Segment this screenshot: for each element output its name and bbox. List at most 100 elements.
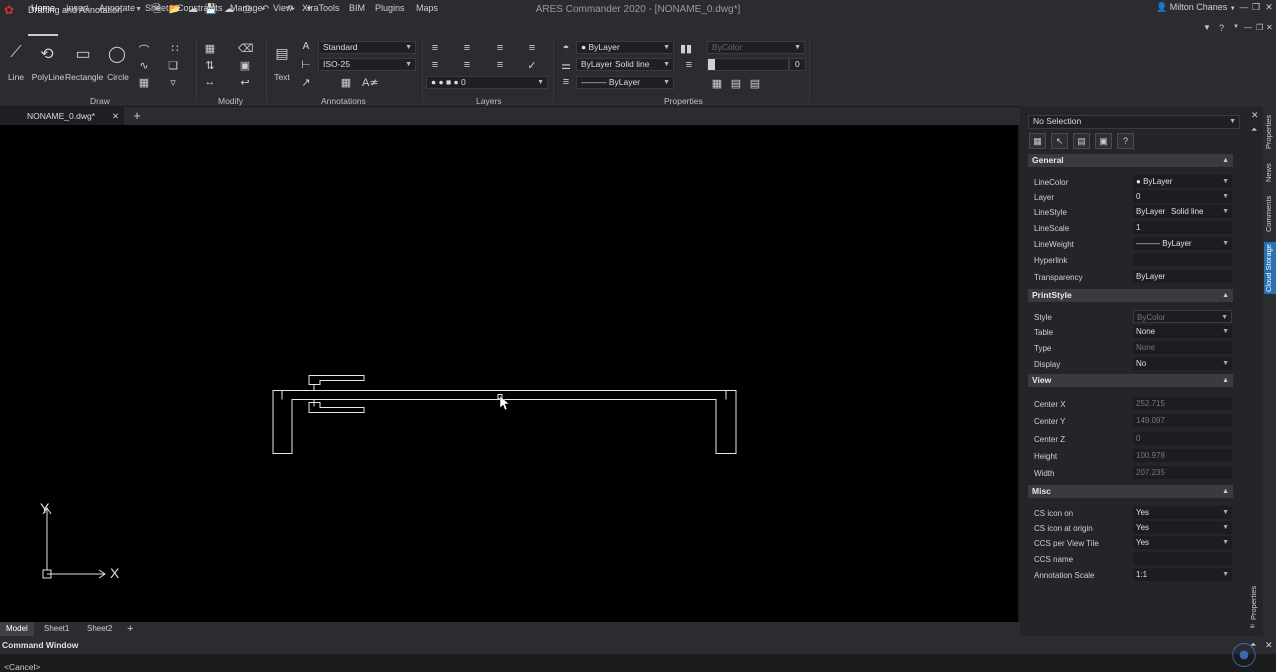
close-icon[interactable]: ✕ [1251,110,1259,121]
side-tab-news[interactable]: News [1264,160,1276,186]
restore-icon[interactable]: ❐ [1250,2,1262,13]
doc-restore-icon[interactable]: ❐ [1256,23,1263,32]
layer-select[interactable]: 0 ▼ [1133,190,1232,203]
sheet-tab-sheet1[interactable]: Sheet1 [38,622,75,636]
panel-menu-icon[interactable]: ≡ [1250,622,1255,631]
erase-icon[interactable]: ⌫ [238,42,254,55]
line-icon[interactable]: ⟋ [6,44,26,62]
table-icon[interactable]: ▦ [340,76,352,89]
transparency-value[interactable]: 0 [789,58,806,71]
text-icon[interactable]: ▤ [273,45,291,62]
sheet-tab-sheet2[interactable]: Sheet2 [81,622,118,636]
polyline-icon[interactable]: ⟲ [36,44,58,64]
quick-properties-icon[interactable]: ▤ [749,77,761,90]
linescale-field[interactable]: 1 [1133,221,1232,234]
polyline-button[interactable]: PolyLine [31,72,65,82]
dim-style-select[interactable]: ISO-25 ▼ [318,58,416,71]
user-account[interactable]: 👤 Milton Chanes ▼ [1156,2,1236,13]
section-view[interactable]: View ▲ [1028,374,1233,387]
table-select[interactable]: None ▼ [1133,325,1232,338]
new-tab-icon[interactable]: + [130,108,144,123]
print-style-select[interactable]: ByColor ▼ [707,41,805,54]
filter-icon[interactable]: ▣ [1095,133,1112,149]
chevron-down-icon[interactable]: ▼ [1233,24,1239,30]
tab-xtratools[interactable]: XtraTools [302,3,340,13]
layer-select[interactable]: ● ● ■ ● 0 ▼ [426,76,548,89]
tab-sheet[interactable]: Sheet [145,3,169,13]
collapse-icon[interactable]: ▲ [1222,289,1229,302]
pin-icon[interactable]: ⏶ [1251,125,1257,135]
tab-annotate[interactable]: Annotate [99,3,135,13]
line-button[interactable]: Line [4,72,28,82]
leader-icon[interactable]: ↗ [300,76,312,89]
section-misc[interactable]: Misc ▲ [1028,485,1233,498]
side-tab-properties[interactable]: Properties [1264,110,1276,154]
point-icon[interactable]: ∷ [168,42,182,55]
rectangle-icon[interactable]: ▭ [72,44,94,64]
doc-minimize-icon[interactable]: — [1244,23,1252,32]
tab-view[interactable]: View [273,3,292,13]
color-select[interactable]: ● ByLayer ▼ [576,41,674,54]
print-style-icon[interactable]: ▮▮ [679,42,693,55]
select-objects-icon[interactable]: ↖ [1051,133,1068,149]
layer-walk-icon[interactable]: ≡ [460,59,474,71]
ribbon-collapse-icon[interactable]: ▼ [1203,23,1211,32]
tab-constraints[interactable]: Constraints [177,3,223,13]
linestyle-select[interactable]: ByLayer Solid line ▼ [1133,205,1232,218]
array-icon[interactable]: ▦ [203,42,217,55]
move-icon[interactable]: ↔ [203,76,217,88]
doc-close-icon[interactable]: ✕ [1266,23,1273,32]
tab-plugins[interactable]: Plugins [375,3,405,13]
side-tab-cloud-storage[interactable]: Cloud Storage [1264,242,1276,294]
help-icon[interactable]: ? [1117,133,1134,149]
hyperlink-field[interactable] [1133,253,1232,266]
document-tab[interactable]: NONAME_0.dwg* ✕ [0,107,124,125]
tab-manage[interactable]: Manage [230,3,263,13]
close-icon[interactable]: ✕ [1263,2,1275,13]
slider-handle[interactable] [708,59,715,70]
tab-maps[interactable]: Maps [416,3,438,13]
ccs-name-field[interactable] [1133,552,1232,565]
circle-button[interactable]: Circle [105,72,131,82]
fillet-icon[interactable]: ↩ [238,76,252,89]
section-printstyle[interactable]: PrintStyle ▲ [1028,289,1233,302]
dimension-icon[interactable]: A≄ [362,76,379,89]
cs-icon-on-select[interactable]: Yes ▼ [1133,506,1232,519]
layer-previous-icon[interactable]: ≡ [428,59,442,71]
mirror-icon[interactable]: ⇅ [203,59,217,72]
block-icon[interactable]: ▣ [238,59,252,72]
wipeout-icon[interactable]: ▿ [166,76,180,89]
spline-icon[interactable]: ∿ [137,59,151,72]
hatch-icon[interactable]: ▦ [137,76,151,89]
collapse-icon[interactable]: ▲ [1222,374,1229,387]
lineweight-select[interactable]: ——— ByLayer ▼ [1133,237,1232,250]
collapse-icon[interactable]: ▲ [1222,485,1229,498]
style-select[interactable]: ByColor ▼ [1133,310,1232,323]
layer-merge-icon[interactable]: ≡ [493,59,507,71]
layer-isolate-icon[interactable]: ≡ [493,42,507,54]
tab-home[interactable]: Home [31,3,55,13]
layer-freeze-icon[interactable]: ≡ [525,42,539,54]
text-button[interactable]: Text [272,72,292,82]
rectangle-button[interactable]: Rectangle [65,72,103,82]
sheet-tab-model[interactable]: Model [0,622,34,636]
help-icon[interactable]: ? [1219,23,1224,33]
linecolor-select[interactable]: ● ByLayer ▼ [1133,175,1232,188]
offset-icon[interactable]: ❏ [166,59,180,72]
properties-icon[interactable]: ▤ [730,77,742,90]
annotation-scale-select[interactable]: 1:1 ▼ [1133,568,1232,581]
transparency-slider[interactable] [707,58,789,71]
side-tab-comments[interactable]: Comments [1264,194,1276,234]
section-general[interactable]: General ▲ [1028,154,1233,167]
pickadd-icon[interactable]: ▤ [1073,133,1090,149]
arc-icon[interactable]: ⌒ [137,42,151,58]
quick-select-icon[interactable]: ▦ [1029,133,1046,149]
add-sheet-icon[interactable]: + [127,622,133,636]
lineweight-select[interactable]: ——— ByLayer ▼ [576,76,674,89]
selection-select[interactable]: No Selection ▼ [1028,115,1240,129]
minimize-icon[interactable]: — [1238,2,1250,12]
tab-bim[interactable]: BIM [349,3,365,13]
layer-apply-icon[interactable]: ✓ [525,59,539,72]
ccs-per-view-select[interactable]: Yes ▼ [1133,536,1232,549]
transparency-icon[interactable]: ≡ [682,59,696,71]
